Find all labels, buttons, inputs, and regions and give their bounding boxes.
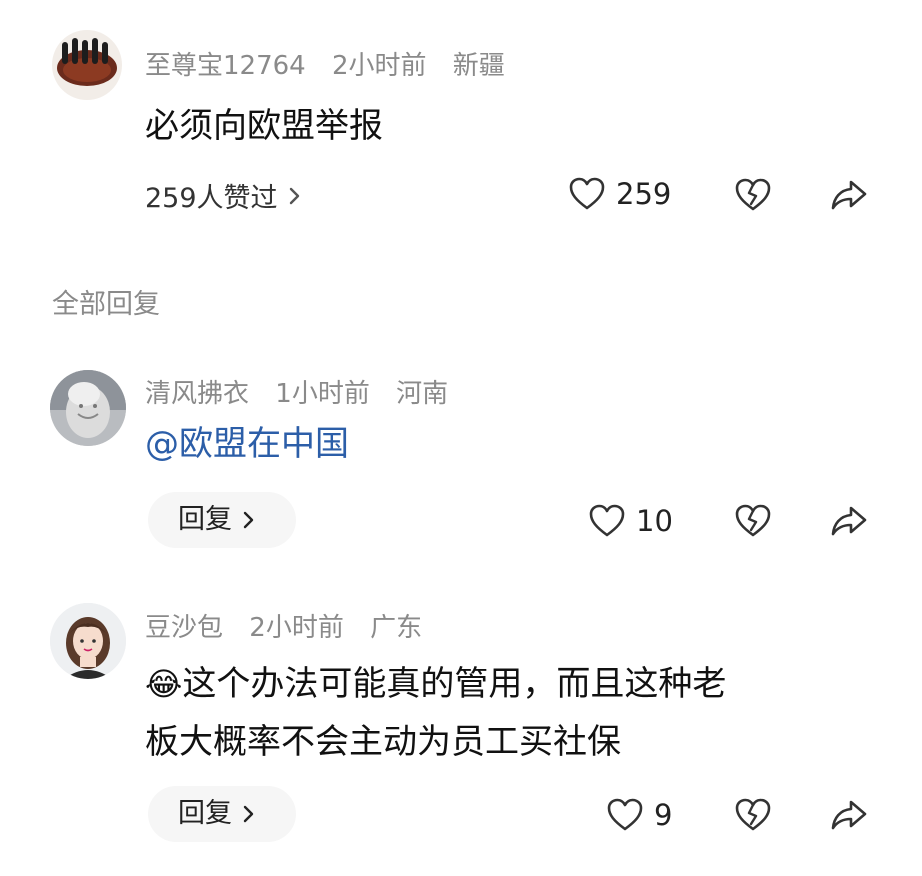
timestamp: 2小时前 — [249, 613, 344, 643]
mention-link[interactable]: @欧盟在中国 — [145, 416, 349, 472]
heart-icon — [607, 798, 643, 831]
reply-button[interactable]: 回复 — [148, 786, 296, 842]
like-button[interactable]: 259 — [568, 176, 671, 212]
cartoon-girl-avatar-icon — [50, 603, 126, 679]
broken-heart-icon — [735, 504, 771, 537]
like-count: 259 — [616, 177, 672, 211]
reply-meta: 豆沙包 2小时前 广东 — [145, 607, 440, 644]
heart-icon — [589, 504, 625, 537]
likes-summary-text: 259人赞过 — [145, 183, 278, 214]
location: 河南 — [396, 379, 449, 409]
share-button[interactable] — [830, 503, 868, 539]
dislike-button[interactable] — [734, 177, 772, 213]
reply-button[interactable]: 回复 — [148, 492, 296, 548]
like-button[interactable]: 9 — [606, 797, 672, 833]
all-replies-title: 全部回复 — [52, 289, 160, 320]
hands-photo-avatar-icon — [57, 38, 117, 86]
comment-text: 😂这个办法可能真的管用，而且这种老 — [145, 656, 726, 712]
chevron-right-icon — [243, 805, 254, 823]
likes-summary-link[interactable]: 259人赞过 — [145, 176, 304, 215]
dislike-button[interactable] — [734, 503, 772, 539]
reply-label: 回复 — [178, 504, 232, 535]
comment-text: 必须向欧盟举报 — [145, 106, 383, 146]
statue-avatar-icon — [50, 370, 126, 446]
broken-heart-icon — [735, 178, 771, 211]
chevron-right-icon — [243, 511, 254, 529]
share-button[interactable] — [830, 797, 868, 833]
avatar[interactable] — [50, 603, 126, 679]
comment-text: 板大概率不会主动为员工买社保 — [145, 722, 621, 762]
like-count: 10 — [636, 504, 673, 538]
timestamp: 2小时前 — [331, 51, 427, 81]
reply-meta: 清风拂衣 1小时前 河南 — [145, 373, 466, 410]
comment-text-line: 这个办法可能真的管用，而且这种老 — [182, 664, 727, 704]
heart-icon — [569, 177, 605, 210]
like-button[interactable]: 10 — [588, 503, 673, 539]
location: 新疆 — [452, 51, 505, 81]
avatar[interactable] — [52, 30, 122, 100]
share-icon — [831, 180, 867, 210]
laughing-crying-emoji-icon: 😂 — [145, 665, 183, 703]
username[interactable]: 至尊宝12764 — [145, 51, 306, 81]
chevron-right-icon — [289, 187, 299, 204]
reply-label: 回复 — [178, 798, 232, 829]
dislike-button[interactable] — [734, 797, 772, 833]
username[interactable]: 清风拂衣 — [145, 379, 249, 409]
like-count: 9 — [654, 798, 673, 832]
location: 广东 — [370, 613, 423, 643]
avatar[interactable] — [50, 370, 126, 446]
timestamp: 1小时前 — [275, 379, 370, 409]
share-button[interactable] — [830, 177, 868, 213]
username[interactable]: 豆沙包 — [145, 613, 223, 643]
comment-meta: 至尊宝12764 2小时前 新疆 — [145, 45, 523, 82]
share-icon — [831, 506, 867, 536]
share-icon — [831, 800, 867, 830]
broken-heart-icon — [735, 798, 771, 831]
